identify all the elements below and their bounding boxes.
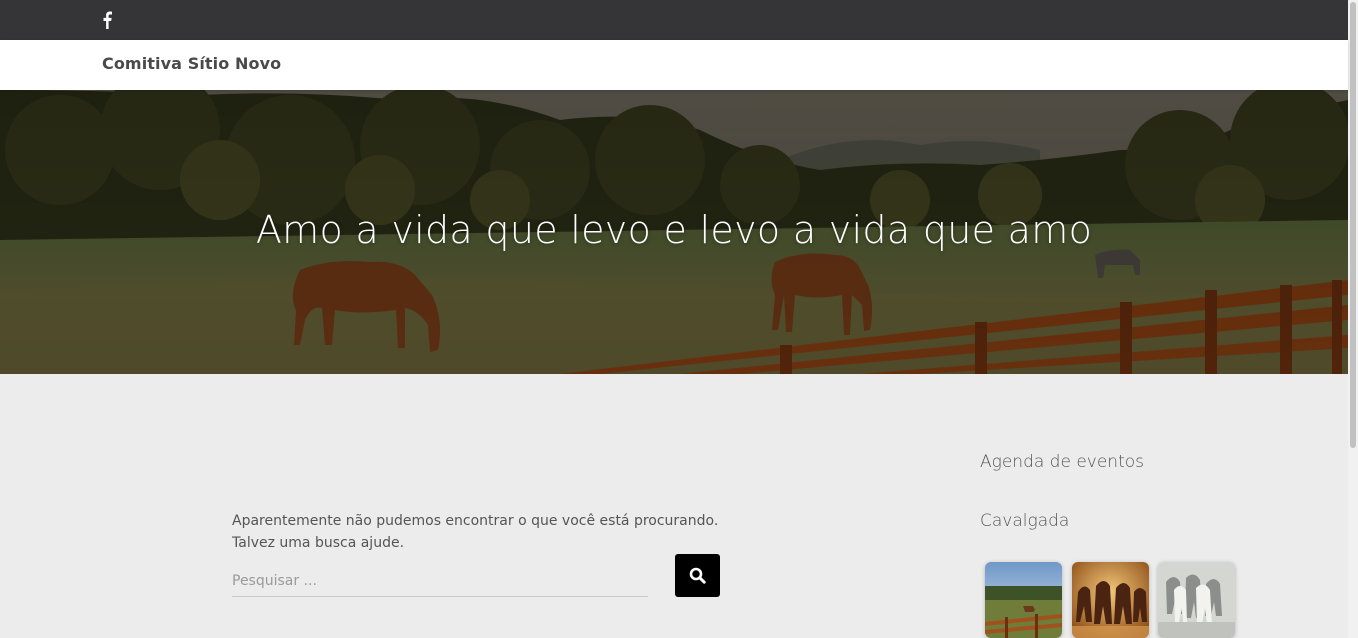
site-title[interactable]: Comitiva Sítio Novo [102,54,281,73]
top-bar [0,0,1348,40]
search-input[interactable] [232,566,648,597]
gallery-thumb-pasture[interactable] [985,562,1062,638]
gallery-thumb-running-horses[interactable] [1072,562,1149,638]
search-button[interactable] [675,554,720,597]
scrollbar-thumb[interactable] [1350,2,1356,448]
hero-banner: Amo a vida que levo e levo a vida que am… [0,90,1348,374]
not-found-text: Aparentemente não pudemos encontrar o qu… [232,513,719,529]
gallery-widget-title: Cavalgada [980,511,1070,531]
search-icon [689,567,706,584]
not-found-message: Aparentemente não pudemos encontrar o qu… [232,510,732,554]
main-navbar: Comitiva Sítio Novo [0,40,1348,90]
search-suggestion-text: Talvez uma busca ajude. [232,535,405,551]
gallery-thumb-white-horses[interactable] [1158,562,1235,638]
facebook-icon[interactable] [101,11,113,29]
events-widget-title: Agenda de eventos [980,452,1145,472]
page-scrollbar[interactable] [1348,0,1358,638]
hero-tagline: Amo a vida que levo e levo a vida que am… [255,208,1093,252]
